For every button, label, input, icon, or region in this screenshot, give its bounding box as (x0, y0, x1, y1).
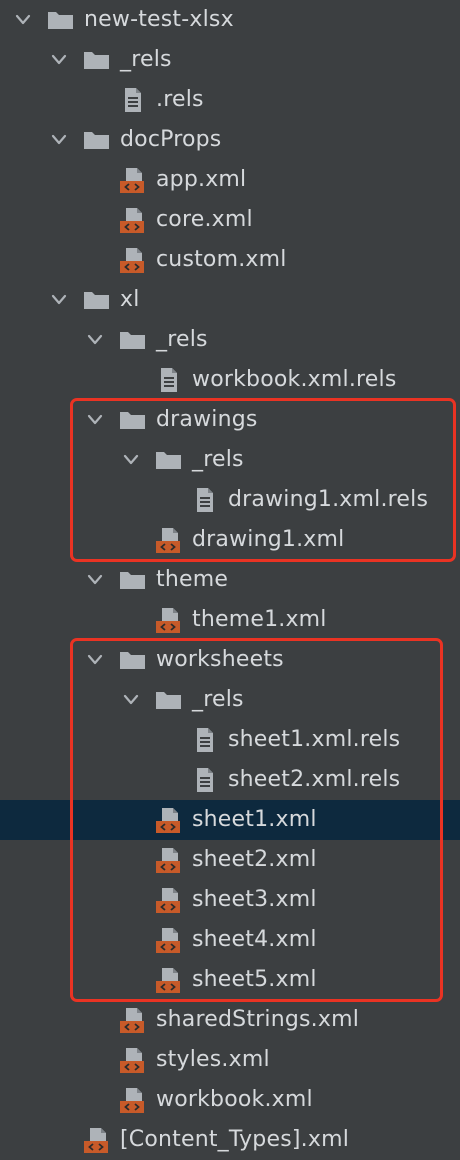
xml-file-icon (154, 600, 186, 640)
folder-icon (82, 40, 114, 80)
tree-item-label: sheet1.xml (192, 807, 317, 832)
tree-item-label: drawings (156, 407, 258, 432)
tree-row-file-sheet3-xml[interactable]: sheet3.xml (0, 880, 460, 920)
chevron-down-icon[interactable] (84, 640, 106, 680)
tree-row-folder-xl[interactable]: xl (0, 280, 460, 320)
tree-item-label: [Content_Types].xml (120, 1127, 350, 1152)
text-file-icon (190, 760, 222, 800)
tree-item-label: workbook.xml.rels (192, 367, 397, 392)
tree-item-label: sharedStrings.xml (156, 1007, 360, 1032)
tree-item-label: new-test-xlsx (84, 7, 234, 32)
tree-item-label: core.xml (156, 207, 253, 232)
tree-row-file-sheet2-xml[interactable]: sheet2.xml (0, 840, 460, 880)
tree-item-label: custom.xml (156, 247, 287, 272)
chevron-down-icon[interactable] (48, 120, 70, 160)
tree-item-label: xl (120, 287, 140, 312)
tree-row-file-sheet4-xml[interactable]: sheet4.xml (0, 920, 460, 960)
tree-row-file-workbook-xml[interactable]: workbook.xml (0, 1080, 460, 1120)
folder-icon (118, 560, 150, 600)
tree-row-folder-rels[interactable]: _rels (0, 320, 460, 360)
tree-item-label: _rels (192, 447, 244, 472)
tree-row-file-custom-xml[interactable]: custom.xml (0, 240, 460, 280)
tree-row-file-app-xml[interactable]: app.xml (0, 160, 460, 200)
tree-row-file-drawing1-xml-rels[interactable]: drawing1.xml.rels (0, 480, 460, 520)
xml-file-icon (154, 800, 186, 840)
tree-row-file-sheet1-xml-rels[interactable]: sheet1.xml.rels (0, 720, 460, 760)
tree-row-folder-new-test-xlsx[interactable]: new-test-xlsx (0, 0, 460, 40)
text-file-icon (190, 480, 222, 520)
tree-row-folder-theme[interactable]: theme (0, 560, 460, 600)
tree-row-file-sheet2-xml-rels[interactable]: sheet2.xml.rels (0, 760, 460, 800)
tree-item-label: workbook.xml (156, 1087, 313, 1112)
tree-item-label: _rels (120, 47, 172, 72)
xml-file-icon (118, 200, 150, 240)
chevron-down-icon[interactable] (84, 400, 106, 440)
tree-row-folder-rels[interactable]: _rels (0, 40, 460, 80)
folder-icon (154, 440, 186, 480)
tree-row-file-rels[interactable]: .rels (0, 80, 460, 120)
tree-item-label: drawing1.xml (192, 527, 345, 552)
tree-row-file-drawing1-xml[interactable]: drawing1.xml (0, 520, 460, 560)
chevron-down-icon[interactable] (12, 0, 34, 40)
tree-item-label: _rels (192, 687, 244, 712)
tree-item-label: worksheets (156, 647, 284, 672)
xml-file-icon (118, 240, 150, 280)
xml-file-icon (154, 920, 186, 960)
tree-row-folder-rels[interactable]: _rels (0, 680, 460, 720)
folder-icon (154, 680, 186, 720)
chevron-down-icon[interactable] (84, 560, 106, 600)
chevron-down-icon[interactable] (120, 680, 142, 720)
folder-icon (82, 280, 114, 320)
tree-item-label: sheet2.xml (192, 847, 317, 872)
tree-item-label: _rels (156, 327, 208, 352)
xml-file-icon (118, 1000, 150, 1040)
folder-icon (46, 0, 78, 40)
chevron-down-icon[interactable] (84, 320, 106, 360)
tree-row-file-core-xml[interactable]: core.xml (0, 200, 460, 240)
tree-row-folder-rels[interactable]: _rels (0, 440, 460, 480)
tree-row-file-sheet1-xml[interactable]: sheet1.xml (0, 800, 460, 840)
tree-row-folder-worksheets[interactable]: worksheets (0, 640, 460, 680)
tree-item-label: drawing1.xml.rels (228, 487, 429, 512)
folder-icon (118, 400, 150, 440)
tree-row-folder-drawings[interactable]: drawings (0, 400, 460, 440)
xml-file-icon (118, 1040, 150, 1080)
xml-file-icon (118, 160, 150, 200)
tree-row-folder-docprops[interactable]: docProps (0, 120, 460, 160)
tree-row-file-styles-xml[interactable]: styles.xml (0, 1040, 460, 1080)
tree-item-label: app.xml (156, 167, 247, 192)
tree-item-label: sheet1.xml.rels (228, 727, 401, 752)
chevron-down-icon[interactable] (48, 40, 70, 80)
tree-item-label: sheet4.xml (192, 927, 317, 952)
xml-file-icon (154, 960, 186, 1000)
text-file-icon (190, 720, 222, 760)
text-file-icon (118, 80, 150, 120)
xml-file-icon (82, 1120, 114, 1160)
tree-item-label: theme (156, 567, 229, 592)
xml-file-icon (118, 1080, 150, 1120)
xml-file-icon (154, 880, 186, 920)
tree-row-file-content-types-xml[interactable]: [Content_Types].xml (0, 1120, 460, 1160)
folder-icon (82, 120, 114, 160)
tree-item-label: sheet2.xml.rels (228, 767, 401, 792)
tree-row-file-theme1-xml[interactable]: theme1.xml (0, 600, 460, 640)
tree-item-label: styles.xml (156, 1047, 270, 1072)
folder-icon (118, 640, 150, 680)
tree-item-label: theme1.xml (192, 607, 327, 632)
tree-item-label: docProps (120, 127, 222, 152)
folder-icon (118, 320, 150, 360)
tree-row-file-workbook-xml-rels[interactable]: workbook.xml.rels (0, 360, 460, 400)
project-file-tree: new-test-xlsx _rels .rels docProps app.xml co… (0, 0, 460, 1160)
tree-row-file-sheet5-xml[interactable]: sheet5.xml (0, 960, 460, 1000)
tree-item-label: sheet3.xml (192, 887, 317, 912)
chevron-down-icon[interactable] (48, 280, 70, 320)
xml-file-icon (154, 520, 186, 560)
text-file-icon (154, 360, 186, 400)
tree-item-label: .rels (156, 87, 204, 112)
chevron-down-icon[interactable] (120, 440, 142, 480)
tree-row-file-sharedstrings-xml[interactable]: sharedStrings.xml (0, 1000, 460, 1040)
tree-item-label: sheet5.xml (192, 967, 317, 992)
xml-file-icon (154, 840, 186, 880)
